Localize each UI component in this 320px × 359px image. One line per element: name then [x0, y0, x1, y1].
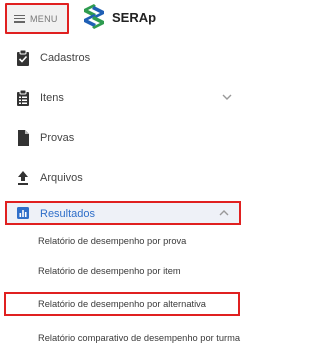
brand-title: SERAp: [112, 10, 157, 25]
submenu-item-desempenho-prova[interactable]: Relatório de desempenho por prova: [38, 236, 186, 246]
bar-chart-icon: [17, 207, 29, 219]
file-icon: [18, 130, 29, 146]
sidebar-item-arquivos[interactable]: Arquivos: [0, 158, 250, 198]
upload-icon: [18, 171, 28, 185]
top-bar: MENU SERAp: [0, 0, 250, 38]
clipboard-list-icon: [17, 90, 29, 106]
sidebar-item-resultados[interactable]: Resultados: [5, 201, 241, 225]
sidebar-item-provas[interactable]: Provas: [0, 118, 250, 158]
sidebar-item-label: Provas: [40, 132, 75, 144]
chevron-up-icon[interactable]: [219, 209, 229, 217]
serap-logo-icon: [84, 4, 104, 29]
submenu-item-comparativo-turma[interactable]: Relatório comparativo de desempenho por …: [38, 333, 240, 343]
sidebar-item-label: Itens: [40, 92, 64, 104]
submenu-item-desempenho-item[interactable]: Relatório de desempenho por item: [38, 266, 181, 276]
sidebar-item-cadastros[interactable]: Cadastros: [0, 38, 250, 78]
menu-button-label: MENU: [30, 13, 58, 24]
sidebar-item-label: Resultados: [40, 208, 96, 220]
sidebar-item-itens[interactable]: Itens: [0, 78, 250, 118]
menu-button[interactable]: MENU: [5, 3, 69, 34]
sidebar-item-label: Arquivos: [40, 172, 83, 184]
clipboard-check-icon: [17, 50, 29, 66]
sidebar-item-label: Cadastros: [40, 52, 91, 64]
chevron-down-icon[interactable]: [222, 93, 232, 101]
hamburger-icon: [14, 14, 25, 23]
submenu-item-desempenho-alternativa[interactable]: Relatório de desempenho por alternativa: [4, 292, 240, 316]
submenu-item-label: Relatório de desempenho por alternativa: [38, 299, 206, 309]
